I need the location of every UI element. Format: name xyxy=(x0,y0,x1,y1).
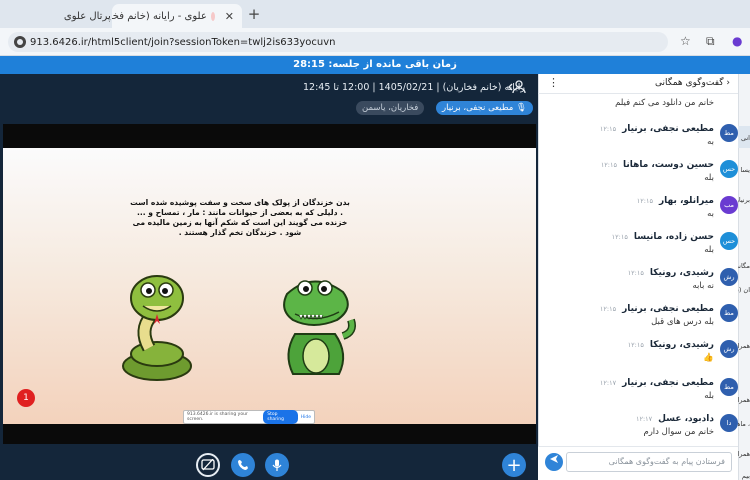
hide-button[interactable]: Hide xyxy=(301,415,311,420)
tab-label: پرتال علوی xyxy=(63,10,111,22)
share-notice-text: 913.6426.ir is sharing your screen. xyxy=(187,412,248,422)
crocodile-illustration xyxy=(283,280,356,375)
message-text: به xyxy=(707,209,714,219)
message-sender: حسن زاده، مانیسا۱۲:۱۵ xyxy=(611,232,714,242)
avatar[interactable]: مط xyxy=(720,304,738,322)
tab-class[interactable]: ✕ علوی - رایانه (خانم فخاریان) 1 xyxy=(112,4,242,28)
chat-title[interactable]: ‹ گفت‌وگوی همگانی xyxy=(655,78,730,88)
plus-icon: + xyxy=(506,454,522,476)
slide-letterbox-top xyxy=(3,124,536,148)
avatar[interactable]: حس xyxy=(720,232,738,250)
avatar[interactable]: مط xyxy=(720,378,738,396)
chat-message: مط مطیعی نجفی، برنیار۱۲:۱۵ به xyxy=(558,124,738,154)
tab-label: علوی - رایانه (خانم فخاریان) 1 xyxy=(112,10,207,22)
message-sender: مطیعی نجفی، برنیار۱۲:۱۷ xyxy=(599,378,714,388)
phone-icon xyxy=(238,460,248,470)
chat-message: دا دادبود، عسل۱۲:۱۷ خانم من سوال دارم xyxy=(558,414,738,444)
avatar[interactable]: رش xyxy=(720,268,738,286)
browser-tab-bar: ✕ پرتال علوی ✕ علوی - رایانه (خانم فخاری… xyxy=(0,0,750,28)
message-sender: میرانلو، بهار۱۲:۱۵ xyxy=(636,196,714,206)
new-tab-button[interactable]: + xyxy=(246,5,262,23)
meeting-topic: رایانه (خانم فخاریان) | 1405/02/21 | 12:… xyxy=(303,82,525,93)
user-list-item[interactable]: مگانی xyxy=(738,262,750,270)
mic-icon xyxy=(272,459,282,471)
snake-illustration xyxy=(122,275,192,381)
screen-share-button[interactable] xyxy=(196,453,220,477)
session-time-banner: زمان باقی مانده از جلسه: 28:15 xyxy=(0,56,750,74)
chat-message: رش رشیدی، رونیکا۱۲:۱۵ 👍 xyxy=(558,340,738,370)
send-icon xyxy=(550,455,558,463)
message-text: بله xyxy=(704,245,714,255)
screen-share-notice: 913.6426.ir is sharing your screen. Stop… xyxy=(183,410,315,424)
users-icon[interactable] xyxy=(508,80,530,98)
avatar[interactable]: مط xyxy=(720,124,738,142)
slide-letterbox-bottom xyxy=(3,424,536,444)
message-text: به xyxy=(707,137,714,147)
notification-badge[interactable]: 1 xyxy=(17,389,35,407)
message-sender: مطیعی نجفی، برنیار۱۲:۱۵ xyxy=(599,304,714,314)
site-info-icon[interactable] xyxy=(14,36,26,48)
profile-icon[interactable]: ● xyxy=(732,34,742,48)
slide-body-text: بدن خزندگان از پولک های سخت و سفت پوشیده… xyxy=(130,198,350,237)
message-text: خانم من سوال دارم xyxy=(643,427,714,437)
user-list-item[interactable]: ، ماهانا xyxy=(738,420,750,428)
message-time: ۱۲:۱۵ xyxy=(599,125,617,133)
chat-message: رش رشیدی، رونیکا۱۲:۱۵ نه بابه xyxy=(558,268,738,298)
audio-leave-button[interactable] xyxy=(231,453,255,477)
chat-message: مط مطیعی نجفی، برنیار۱۲:۱۵ بله درس های قبل xyxy=(558,304,738,334)
message-text: بله درس های قبل xyxy=(651,317,714,327)
message-sender: دادبود، عسل۱۲:۱۷ xyxy=(635,414,714,424)
chat-message: حس حسن زاده، مانیسا۱۲:۱۵ بله xyxy=(558,232,738,262)
mic-button[interactable] xyxy=(265,453,289,477)
extensions-icon[interactable]: ⧉ xyxy=(706,34,715,49)
chat-input[interactable]: فرستادن پیام به گفت‌وگوی همگانی xyxy=(566,452,732,472)
user-list-item[interactable]: برنیار xyxy=(738,196,750,204)
url-field[interactable]: 913.6426.ir/html5client/join?sessionToke… xyxy=(8,32,668,52)
participant-pill[interactable]: فخاریان، یاسمن xyxy=(356,101,425,115)
avatar[interactable]: دا xyxy=(720,414,738,432)
user-list-item[interactable]: ان (شما) xyxy=(738,286,750,294)
message-time: ۱۲:۱۵ xyxy=(599,305,617,313)
avatar[interactable]: رش xyxy=(720,340,738,358)
screen-share-off-icon xyxy=(201,459,215,471)
chat-message-partial: خانم من دانلود می کنم فیلم xyxy=(615,98,714,108)
user-list-item[interactable]: همراه xyxy=(738,342,750,350)
avatar[interactable]: حس xyxy=(720,160,738,178)
message-sender: حسین دوست، ماهانا۱۲:۱۵ xyxy=(600,160,714,170)
user-list-item[interactable]: بیم xyxy=(738,472,750,480)
message-time: ۱۲:۱۵ xyxy=(600,161,617,169)
avatar[interactable]: مب xyxy=(720,196,738,214)
url-text: 913.6426.ir/html5client/join?sessionToke… xyxy=(30,36,336,48)
message-text: نه بابه xyxy=(692,281,714,291)
user-list-item[interactable]: همراه xyxy=(738,450,750,458)
actions-plus-button[interactable]: + xyxy=(502,453,526,477)
user-list-item[interactable]: انی xyxy=(738,134,750,142)
slide-canvas xyxy=(3,148,536,424)
message-time: ۱۲:۱۷ xyxy=(635,415,653,423)
message-time: ۱۲:۱۵ xyxy=(627,341,644,349)
chat-message: مط مطیعی نجفی، برنیار۱۲:۱۷ بله xyxy=(558,378,738,408)
user-list-item[interactable]: یسا xyxy=(738,166,750,174)
message-sender: رشیدی، رونیکا۱۲:۱۵ xyxy=(627,340,714,350)
chat-message: حس حسین دوست، ماهانا۱۲:۱۵ بله xyxy=(558,160,738,190)
message-time: ۱۲:۱۷ xyxy=(599,379,617,387)
chat-header: ‹ گفت‌وگوی همگانی ⋮ xyxy=(538,74,738,94)
message-sender: رشیدی، رونیکا۱۲:۱۵ xyxy=(627,268,714,278)
message-text: بله xyxy=(704,173,714,183)
presenter-pill[interactable]: 🎙 مطیعی نجفی، برنیار xyxy=(436,101,533,115)
kebab-menu-icon[interactable]: ⋮ xyxy=(548,76,559,89)
close-icon[interactable]: ✕ xyxy=(225,10,234,23)
message-text: بله xyxy=(704,391,714,401)
chat-message: مب میرانلو، بهار۱۲:۱۵ به xyxy=(558,196,738,226)
send-button[interactable] xyxy=(545,453,563,471)
message-time: ۱۲:۱۵ xyxy=(611,233,628,241)
star-icon[interactable]: ☆ xyxy=(680,34,691,48)
message-time: ۱۲:۱۵ xyxy=(627,269,644,277)
message-sender: مطیعی نجفی، برنیار۱۲:۱۵ xyxy=(599,124,714,134)
stop-sharing-button[interactable]: Stop sharing xyxy=(263,410,298,424)
user-list-item[interactable]: همراه xyxy=(738,396,750,404)
recording-icon xyxy=(210,11,215,21)
message-text: 👍 xyxy=(703,353,714,363)
message-time: ۱۲:۱۵ xyxy=(636,197,653,205)
